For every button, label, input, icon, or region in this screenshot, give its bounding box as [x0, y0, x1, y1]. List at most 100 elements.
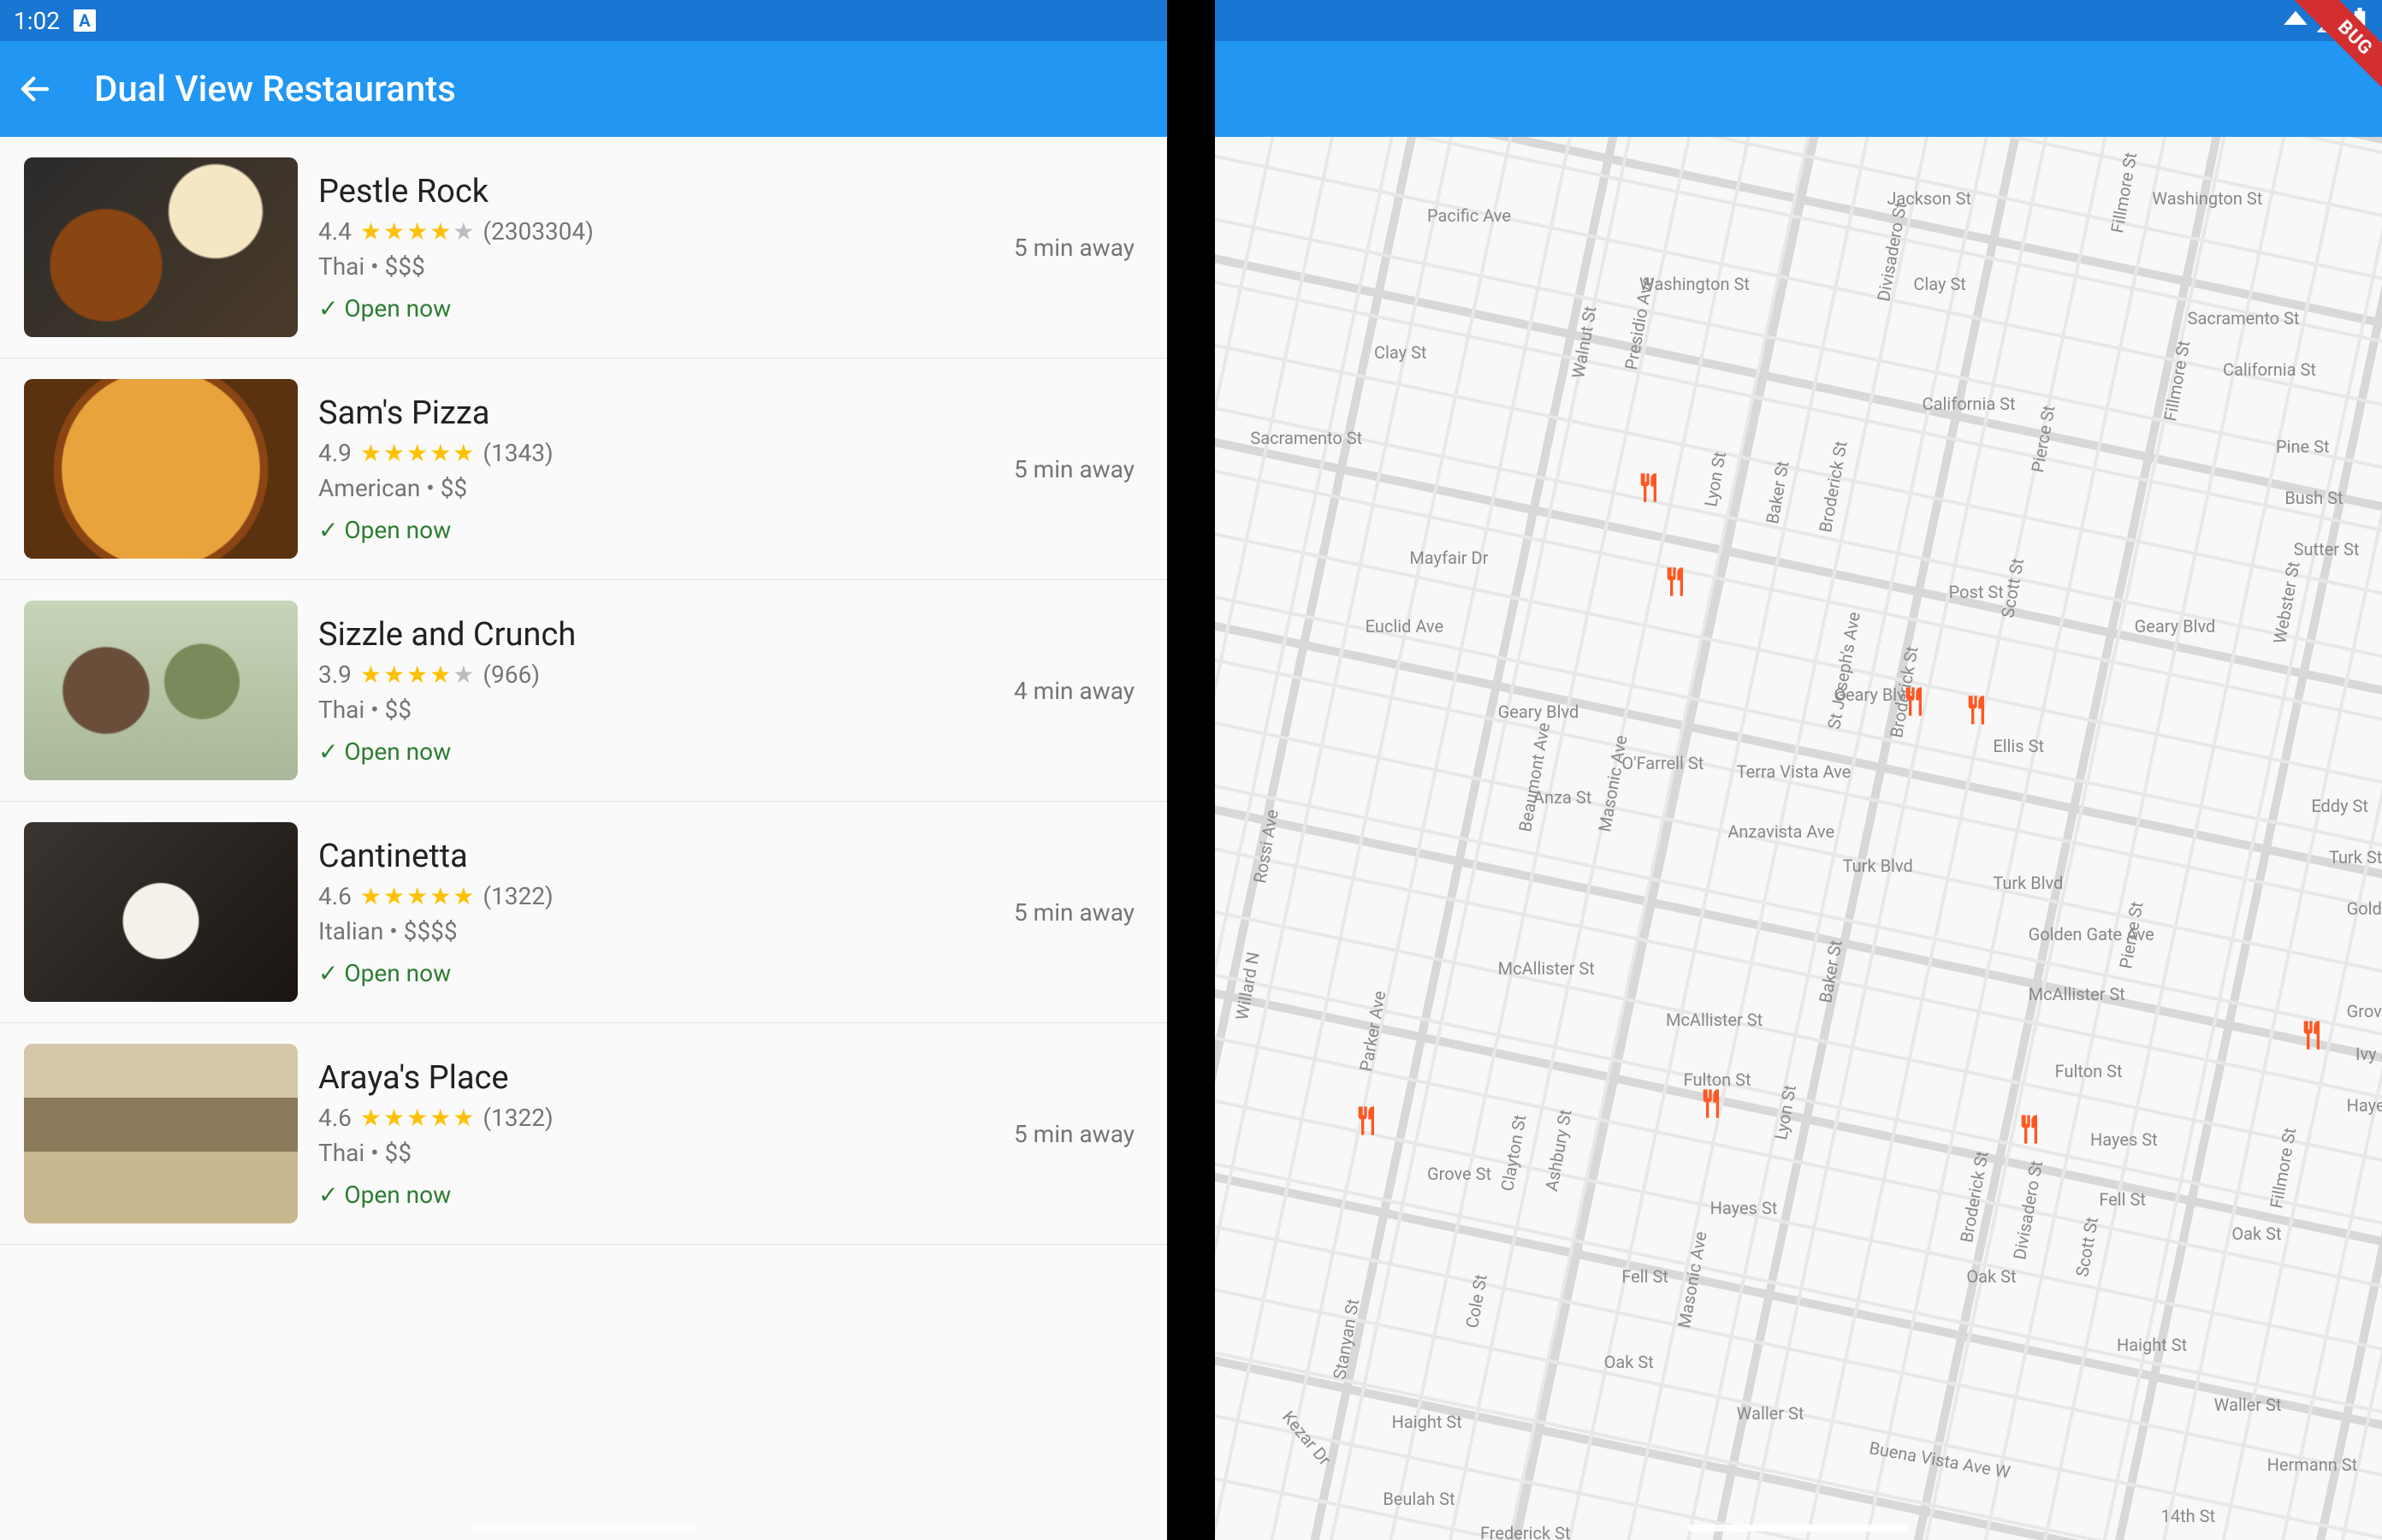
street-label: Clay St: [1913, 274, 1965, 294]
nav-indicator: [1687, 1525, 1910, 1531]
restaurant-marker-icon[interactable]: [1958, 693, 1993, 727]
street-label: Clay St: [1374, 342, 1426, 363]
star-icon: ★: [383, 439, 405, 467]
street-label: O'Farrell St: [1621, 753, 1704, 773]
review-count: (2303304): [483, 217, 594, 246]
restaurant-list-item[interactable]: Cantinetta4.6★★★★★(1322)Italian • $$$$✓ …: [0, 802, 1167, 1023]
star-rating-icon: ★★★★★: [360, 660, 475, 689]
app-bar-right: [1215, 41, 2382, 137]
street-label: Grove St: [1427, 1164, 1491, 1184]
restaurant-marker-icon[interactable]: [1896, 684, 1930, 719]
distance-label: 5 min away: [1014, 898, 1143, 927]
restaurant-list-item[interactable]: Araya's Place 4.6★★★★★(1322) Thai • $$ ✓ Op…: [0, 1023, 1167, 1245]
review-count: (1322): [483, 882, 553, 910]
restaurant-thumbnail: [24, 379, 298, 559]
open-status: ✓ Open now: [318, 516, 993, 544]
distance-label: 5 min away: [1014, 234, 1143, 262]
street-label: Hayes St: [1710, 1198, 1778, 1218]
restaurant-list-item[interactable]: Pestle Rock4.4★★★★★(2303304)Thai • $$$✓ …: [0, 137, 1167, 358]
cuisine-price: Thai • $$$: [318, 252, 993, 281]
star-rating-icon: ★★★★★: [360, 217, 475, 246]
restaurant-thumbnail: [24, 1044, 298, 1223]
restaurant-marker-icon[interactable]: [1693, 1087, 1727, 1121]
restaurant-marker-icon[interactable]: [2012, 1112, 2046, 1146]
street-label: California St: [2223, 359, 2316, 380]
street-label: Beulah St: [1383, 1489, 1455, 1509]
street-label: Masonic Ave: [1594, 734, 1631, 834]
map-view[interactable]: Pacific AveJackson StWashington StWashin…: [1215, 137, 2382, 1540]
star-icon: ★: [360, 1104, 382, 1132]
cuisine-price: Thai • $$: [318, 1139, 993, 1167]
street-label: Eddy St: [2311, 796, 2368, 816]
street-label: Mayfair Dr: [1409, 548, 1488, 568]
street-label: Pierce St: [2027, 404, 2059, 474]
rating-value: 3.9: [318, 660, 352, 689]
street-label: Ashbury St: [1541, 1108, 1575, 1193]
street-label: Cole St: [1461, 1273, 1491, 1330]
street-label: Fell St: [1621, 1266, 1668, 1287]
star-icon: ★: [430, 217, 451, 246]
star-icon: ★: [430, 660, 451, 689]
back-button[interactable]: [17, 71, 53, 107]
hinge-gap: [1167, 0, 1215, 1540]
street-label: Fulton St: [2055, 1061, 2123, 1081]
restaurant-list[interactable]: Pestle Rock4.4★★★★★(2303304)Thai • $$$✓ …: [0, 137, 1167, 1540]
restaurant-info: Pestle Rock4.4★★★★★(2303304)Thai • $$$✓ …: [318, 173, 993, 323]
street-label: Masonic Ave: [1674, 1230, 1710, 1330]
street-label: Golde: [2347, 898, 2382, 919]
star-icon: ★: [360, 217, 382, 246]
restaurant-info: Sam's Pizza4.9★★★★★(1343)American • $$✓ …: [318, 394, 993, 544]
star-icon: ★: [360, 439, 382, 467]
restaurant-list-item[interactable]: Sam's Pizza4.9★★★★★(1343)American • $$✓ …: [0, 358, 1167, 580]
open-status: ✓ Open now: [318, 1181, 993, 1209]
street-label: McAllister St: [1666, 1010, 1763, 1030]
status-time: 1:02: [14, 7, 60, 35]
restaurant-marker-icon[interactable]: [1631, 471, 1665, 505]
restaurant-info: Araya's Place 4.6★★★★★(1322) Thai • $$ ✓ Op…: [318, 1059, 993, 1209]
star-icon: ★: [453, 439, 474, 467]
rating-value: 4.6: [318, 882, 352, 910]
street-label: Post St: [1949, 582, 2004, 602]
street-label: Walnut St: [1567, 305, 1600, 380]
street-label: Pacific Ave: [1427, 205, 1511, 226]
street-label: Grove St: [2347, 1001, 2382, 1022]
street-label: Willard N: [1231, 951, 1264, 1022]
restaurant-list-item[interactable]: Sizzle and Crunch3.9★★★★★(966)Thai • $$✓…: [0, 580, 1167, 802]
page-title: Dual View Restaurants: [94, 68, 456, 110]
street-label: Bush St: [2284, 488, 2343, 508]
street-label: Broderick St: [1957, 1150, 1993, 1244]
street-label: Fillmore St: [2106, 151, 2141, 234]
street-label: Frederick St: [1480, 1523, 1571, 1540]
street-label: Oak St: [1966, 1266, 2016, 1287]
street-label: Oak St: [2231, 1223, 2281, 1244]
street-label: Sutter St: [2294, 539, 2360, 560]
rating-value: 4.9: [318, 439, 352, 467]
street-label: Clayton St: [1496, 1113, 1530, 1193]
status-bar: 1:02 A: [0, 0, 1167, 41]
open-status: ✓ Open now: [318, 294, 993, 323]
street-label: Broderick St: [1815, 440, 1851, 534]
street-label: Stanyan St: [1329, 1297, 1363, 1381]
street-label: McAllister St: [2029, 984, 2125, 1004]
restaurant-marker-icon[interactable]: [1348, 1104, 1383, 1138]
street-label: Fell St: [2099, 1189, 2146, 1210]
street-label: Buena Vista Ave W: [1868, 1437, 2012, 1483]
street-label: Hayes St: [2347, 1095, 2382, 1116]
restaurant-marker-icon[interactable]: [1657, 565, 1692, 599]
star-icon: ★: [360, 660, 382, 689]
rating-row: 4.6★★★★★(1322): [318, 882, 993, 910]
star-icon: ★: [453, 660, 474, 689]
street-label: Parker Ave: [1355, 989, 1390, 1073]
restaurant-info: Sizzle and Crunch3.9★★★★★(966)Thai • $$✓…: [318, 616, 993, 766]
star-icon: ★: [383, 217, 405, 246]
street-label: Divisadero St: [2010, 1159, 2047, 1261]
restaurant-marker-icon[interactable]: [2294, 1018, 2328, 1052]
restaurant-name: Araya's Place: [318, 1059, 993, 1097]
star-icon: ★: [453, 217, 474, 246]
street-label: Beaumont Ave: [1514, 721, 1554, 833]
wifi-icon: [2283, 8, 2308, 33]
street-label: Hermann St: [2267, 1454, 2358, 1475]
street-label: Scott St: [1997, 557, 2028, 619]
restaurant-thumbnail: [24, 601, 298, 780]
rating-row: 4.6★★★★★(1322): [318, 1104, 993, 1132]
